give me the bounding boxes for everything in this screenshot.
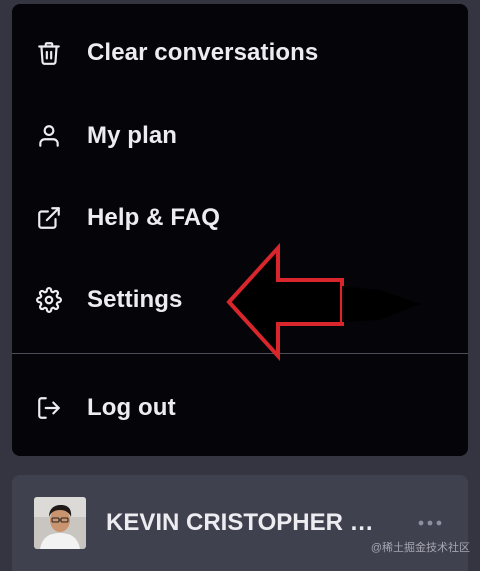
menu-item-label: Log out <box>87 394 176 421</box>
menu-item-log-out[interactable]: Log out <box>12 376 468 440</box>
user-icon <box>34 121 64 151</box>
watermark: @稀土掘金技术社区 <box>370 542 470 554</box>
gear-icon <box>34 285 64 315</box>
avatar <box>34 497 86 549</box>
ellipsis-icon[interactable] <box>416 509 444 537</box>
menu-item-settings[interactable]: Settings <box>12 268 468 332</box>
menu-item-my-plan[interactable]: My plan <box>12 104 468 168</box>
menu-item-label: Clear conversations <box>87 39 319 66</box>
menu-item-label: My plan <box>87 122 178 149</box>
account-menu: Clear conversations My plan Help & FAQ S… <box>12 4 468 456</box>
trash-icon <box>34 38 64 68</box>
menu-item-clear-conversations[interactable]: Clear conversations <box>12 21 468 85</box>
app-root: Clear conversations My plan Help & FAQ S… <box>0 0 480 571</box>
menu-item-label: Settings <box>87 286 183 313</box>
menu-item-label: Help & FAQ <box>87 204 221 231</box>
menu-item-help-faq[interactable]: Help & FAQ <box>12 186 468 250</box>
menu-divider <box>12 353 468 354</box>
user-account-button[interactable]: KEVIN CRISTOPHER G... <box>12 475 468 571</box>
user-name: KEVIN CRISTOPHER G... <box>106 509 388 536</box>
external-link-icon <box>34 203 64 233</box>
logout-icon <box>34 393 64 423</box>
